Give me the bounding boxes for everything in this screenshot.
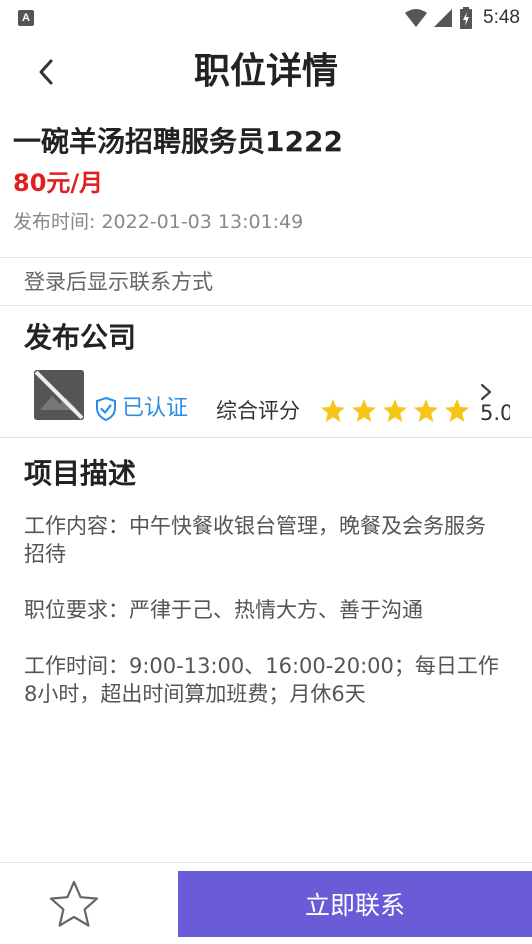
chevron-right-icon[interactable] (478, 382, 494, 402)
star-filled-icon (321, 399, 345, 422)
description-section-title: 项目描述 (24, 457, 137, 490)
status-time: 5:48 (483, 7, 520, 28)
job-detail-screen: A 5:48 职位详情 一碗羊汤招聘服务员1222 80元/月 发布时间: 20… (0, 0, 532, 944)
description-paragraph: 职位要求：严律于己、热情大方、善于沟通 (24, 598, 423, 622)
rating-stars (320, 398, 470, 424)
status-bar: A 5:48 (0, 0, 532, 36)
description-paragraph: 工作内容：中午快餐收银台管理，晚餐及会务服务招待 (24, 514, 486, 566)
divider (0, 437, 532, 438)
app-notification-icon: A (18, 10, 34, 26)
favorite-button[interactable] (44, 877, 104, 933)
nav-bar: 职位详情 (0, 36, 532, 110)
shield-check-icon (96, 396, 116, 422)
rating-label: 综合评分 (216, 399, 300, 423)
star-outline-icon (49, 880, 99, 927)
company-section-title: 发布公司 (24, 321, 137, 354)
contact-hint[interactable]: 登录后显示联系方式 (24, 266, 213, 298)
rating-score: 5.0 (480, 401, 510, 425)
star-filled-icon (445, 399, 469, 422)
status-icons: 5:48 (405, 5, 520, 31)
star-filled-icon (383, 399, 407, 422)
verified-badge: 已认证 (94, 394, 188, 424)
signal-icon (434, 9, 453, 27)
page-title: 职位详情 (193, 51, 338, 92)
divider (0, 257, 532, 258)
star-filled-icon (414, 399, 438, 422)
contact-now-button[interactable]: 立即联系 (178, 871, 532, 937)
job-salary: 80元/月 (13, 169, 104, 197)
publish-time: 发布时间: 2022-01-03 13:01:49 (13, 211, 304, 233)
company-row[interactable]: 已认证 综合评分 5.0 (34, 370, 532, 426)
divider (0, 305, 532, 306)
wifi-icon (405, 9, 428, 27)
verified-label: 已认证 (122, 396, 189, 421)
description-paragraph: 工作时间：9:00-13:00、16:00-20:00；每日工作8小时，超出时间… (24, 654, 499, 706)
bottom-action-bar: 立即联系 (0, 862, 532, 944)
battery-icon (460, 7, 473, 29)
image-placeholder-icon (34, 370, 84, 420)
star-filled-icon (352, 399, 376, 422)
job-title: 一碗羊汤招聘服务员1222 (13, 125, 343, 158)
